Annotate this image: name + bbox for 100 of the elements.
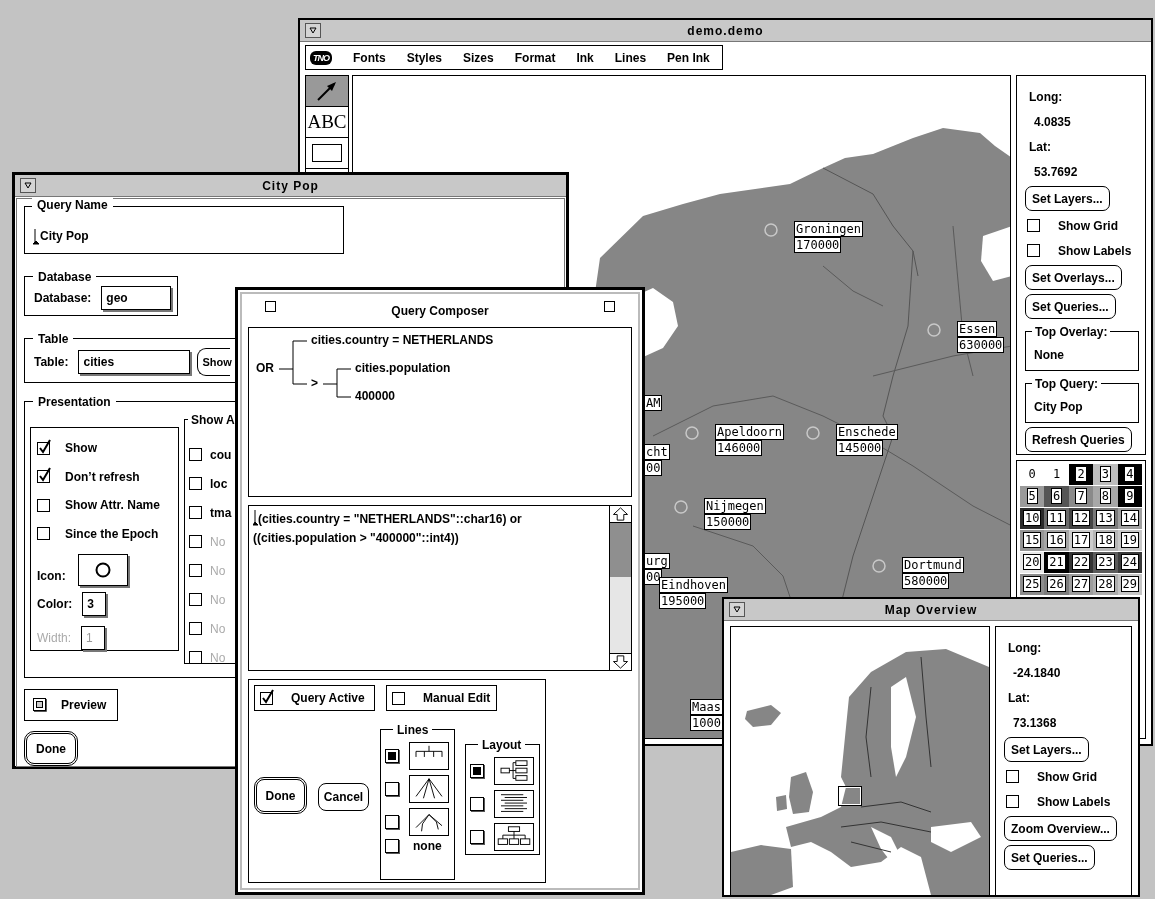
cancel-button[interactable]: Cancel	[318, 782, 369, 811]
text-field[interactable]: 3	[82, 592, 107, 616]
checkbox[interactable]	[37, 470, 50, 484]
show-button[interactable]: Show	[197, 348, 231, 376]
checkbox[interactable]	[189, 506, 202, 519]
panel-button[interactable]: Set Overlays...	[1025, 265, 1122, 290]
fan-lines-icon	[409, 775, 449, 803]
color-swatch[interactable]: 3	[1093, 463, 1118, 485]
checkbox[interactable]	[37, 441, 50, 455]
color-swatch[interactable]: 4	[1117, 463, 1142, 485]
field-label: Table:	[34, 354, 69, 371]
radio-button[interactable]	[470, 830, 484, 844]
checkbox-label: Show Labels	[1058, 242, 1132, 260]
checkbox-label: loc	[210, 475, 228, 493]
window-menu-icon[interactable]	[305, 23, 321, 38]
panel-button[interactable]: Set Layers...	[1025, 186, 1110, 211]
checkbox-label: Since the Epoch	[65, 525, 159, 543]
checkbox[interactable]	[37, 527, 50, 541]
coordinate-label: Long:	[1028, 88, 1064, 106]
title-bar[interactable]: City Pop	[15, 175, 566, 197]
coordinate-value: 73.1368	[1012, 714, 1058, 732]
query-text: (cities.country = "NETHERLANDS"::char16) or	[258, 511, 522, 528]
swatch-number: 7	[1075, 488, 1087, 505]
field-title: Query Name	[32, 197, 113, 213]
rectangle-icon	[312, 144, 342, 162]
swatch-number: 9	[1124, 488, 1136, 505]
menu-item[interactable]: Format	[514, 48, 556, 67]
checkbox[interactable]	[1006, 795, 1019, 808]
tool-button[interactable]	[306, 76, 348, 107]
window-control[interactable]	[265, 301, 276, 312]
coordinate-label: Lat:	[1007, 689, 1031, 707]
menu-item[interactable]: Fonts	[353, 48, 386, 67]
window-title: Query Composer	[391, 303, 489, 320]
menu-item[interactable]: Lines	[614, 48, 647, 67]
swatch-number: 6	[1050, 488, 1063, 505]
panel-button[interactable]: Set Layers...	[1004, 737, 1089, 762]
window-title: demo.demo	[687, 22, 764, 40]
title-bar[interactable]: demo.demo	[300, 20, 1151, 42]
checkbox[interactable]	[37, 498, 50, 512]
checkbox-label: Show	[65, 440, 97, 458]
checkbox[interactable]	[260, 691, 273, 705]
tree-node[interactable]: 400000	[355, 389, 396, 404]
checkbox-button[interactable]: Manual Edit	[386, 685, 497, 711]
done-button[interactable]: Done	[24, 731, 78, 766]
text-field[interactable]: cities	[78, 350, 191, 374]
arrow-icon	[315, 79, 339, 103]
tree-node[interactable]: cities.country = NETHERLANDS	[311, 333, 494, 348]
checkbox[interactable]	[189, 477, 202, 490]
done-button[interactable]: Done	[254, 777, 307, 814]
checkbox[interactable]	[189, 448, 202, 461]
vertical-tree-icon	[494, 823, 534, 851]
panel-button[interactable]: Refresh Queries	[1025, 427, 1132, 452]
color-swatch[interactable]: 9	[1117, 485, 1142, 507]
panel-button[interactable]: Set Queries...	[1004, 845, 1095, 870]
checkbox[interactable]	[1027, 219, 1040, 232]
menu-item[interactable]: Styles	[406, 48, 443, 67]
swatch-number: 2	[1075, 466, 1087, 483]
query-text-area[interactable]: (cities.country = "NETHERLANDS"::char16) or ((cities.population > "400000"::int4))	[248, 505, 632, 671]
viewport-frame[interactable]	[839, 787, 861, 805]
checkbox-button[interactable]: Query Active	[254, 685, 375, 711]
color-swatch[interactable]: 8	[1093, 485, 1118, 507]
radio-button[interactable]	[385, 749, 399, 763]
tree-node[interactable]: OR	[256, 361, 274, 376]
icon-picker[interactable]	[77, 554, 128, 586]
panel-button[interactable]: Zoom Overview...	[1004, 816, 1117, 841]
tree-node[interactable]: >	[311, 376, 318, 391]
color-swatch[interactable]: 2	[1068, 463, 1094, 485]
menu-item[interactable]: Pen Ink	[667, 48, 710, 67]
menu-item[interactable]: Ink	[576, 48, 594, 67]
coordinate-value: 4.0835	[1033, 113, 1072, 131]
checkbox-label: cou	[210, 446, 232, 464]
checkbox-label: No	[210, 591, 226, 609]
text-field[interactable]: geo	[101, 285, 172, 310]
radio-button[interactable]	[470, 764, 484, 778]
panel-button[interactable]: Set Queries...	[1025, 294, 1116, 319]
text-lines-icon	[494, 790, 534, 818]
checkbox[interactable]	[1027, 244, 1040, 257]
radio-button[interactable]	[385, 782, 399, 796]
circle-icon	[94, 562, 111, 578]
field-label: Width:	[37, 630, 71, 647]
tree-node[interactable]: cities.population	[355, 361, 451, 376]
checkbox[interactable]	[392, 691, 405, 705]
preview-button[interactable]: Preview	[24, 689, 118, 721]
group-value: None	[1034, 347, 1064, 364]
branch-lines-icon	[409, 808, 449, 836]
radio-button[interactable]	[470, 797, 484, 811]
field-label: Database:	[34, 289, 92, 307]
checkbox[interactable]	[1006, 770, 1019, 783]
radio-button[interactable]	[385, 839, 399, 853]
coordinate-value: 53.7692	[1033, 163, 1079, 181]
color-swatch[interactable]: 7	[1068, 485, 1094, 507]
menu-item[interactable]: Sizes	[463, 48, 494, 67]
checkbox-label: Show Grid	[1037, 768, 1097, 786]
logo[interactable]: TNO	[310, 50, 332, 65]
window-title: City Pop	[262, 177, 319, 195]
color-swatch[interactable]: 5	[1020, 485, 1045, 507]
coordinate-label: Lat:	[1028, 138, 1052, 156]
radio-button[interactable]	[385, 815, 399, 829]
color-swatch[interactable]: 6	[1044, 485, 1069, 507]
window-menu-icon[interactable]	[20, 178, 36, 193]
